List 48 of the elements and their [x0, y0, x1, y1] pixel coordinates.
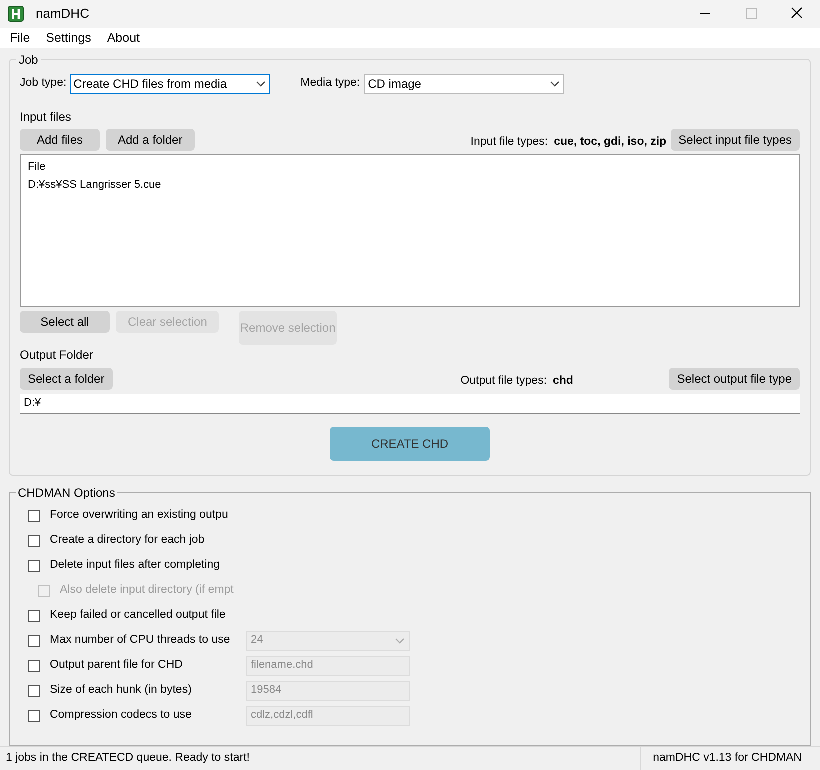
create-button[interactable]: CREATE CHD — [330, 426, 490, 461]
file-types-label: Output file types: — [460, 374, 548, 389]
status-message: 1 jobs in the CREATECD queue. Ready to start! — [5, 750, 250, 766]
file-types-value: chd — [553, 374, 574, 389]
checkbox[interactable] — [28, 534, 40, 547]
checkbox[interactable] — [28, 510, 40, 522]
option-label: Compression codecs to use — [50, 708, 193, 724]
chevron-down-icon — [395, 638, 405, 644]
file-list[interactable]: File D:¥ss¥SS Langrisser 5.cue — [20, 154, 800, 307]
checkbox[interactable] — [28, 710, 40, 722]
section-label: Output Folder — [20, 346, 94, 364]
option-label: Size of each hunk (in bytes) — [50, 683, 193, 698]
menu-item[interactable]: File — [3, 28, 38, 48]
field-label: Job type: — [20, 76, 67, 92]
field-label: Media type: — [300, 76, 360, 92]
option-label: Create a directory for each job — [50, 533, 206, 548]
file-types-label: Input file types: — [470, 134, 548, 150]
option-label: Force overwriting an existing outpu — [50, 508, 230, 524]
option-label: Max number of CPU threads to use — [50, 633, 232, 648]
select-input-types-button[interactable]: Select input file types — [670, 128, 800, 151]
chevron-down-icon — [256, 80, 266, 87]
window-title: namDHC — [36, 5, 90, 24]
select-folder-button[interactable]: Select a folder — [20, 368, 113, 390]
chevron-down-icon — [550, 80, 560, 87]
option-label: Output parent file for CHD — [50, 658, 184, 674]
menu-item[interactable]: Settings — [39, 28, 98, 48]
button[interactable]: Select all — [20, 310, 110, 333]
option-label: Also delete input directory (if empt — [60, 583, 235, 598]
dropdown[interactable]: Create CHD files from media — [70, 74, 270, 94]
checkbox[interactable] — [28, 634, 40, 647]
button[interactable]: Add a folder — [106, 128, 195, 151]
version-label: namDHC v1.13 for CHDMAN — [640, 747, 814, 770]
dropdown[interactable]: CD image — [364, 74, 564, 94]
output-folder-field[interactable]: D:¥ — [20, 394, 800, 414]
select-output-type-button[interactable]: Select output file type — [669, 368, 800, 390]
checkbox[interactable] — [28, 610, 40, 622]
option-label: Keep failed or cancelled output file — [50, 608, 227, 624]
app-icon — [8, 6, 24, 22]
button[interactable]: Add files — [20, 128, 100, 151]
checkbox[interactable] — [28, 684, 40, 697]
checkbox[interactable] — [28, 560, 40, 572]
checkbox[interactable] — [28, 660, 40, 672]
list-item[interactable]: D:¥ss¥SS Langrisser 5.cue — [28, 176, 792, 195]
column-header: File — [28, 160, 47, 175]
section-label: Input files — [20, 108, 72, 126]
menu-item[interactable]: About — [100, 28, 147, 48]
file-types-value: cue, toc, gdi, iso, zip — [554, 134, 667, 150]
option-label: Delete input files after completing — [50, 558, 222, 574]
